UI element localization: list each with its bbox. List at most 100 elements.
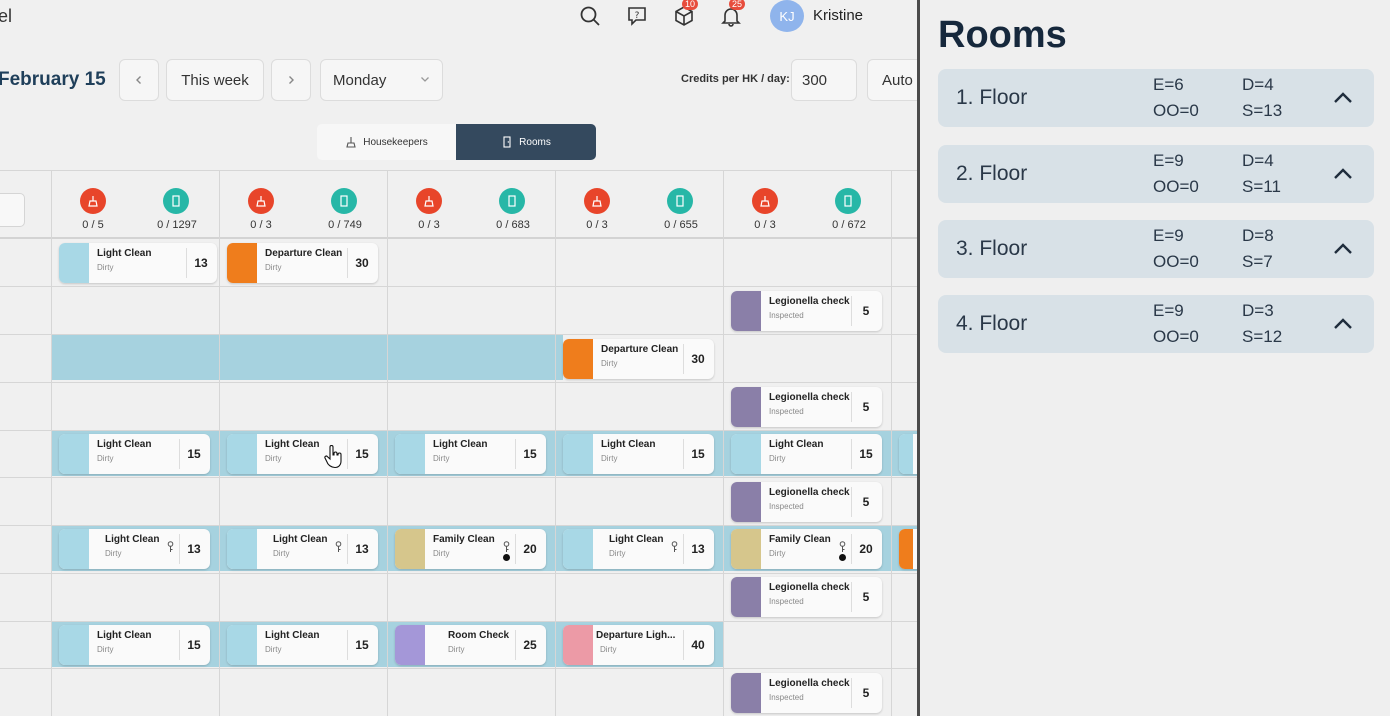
credits-input[interactable]: 300 bbox=[791, 59, 857, 101]
card-divider bbox=[347, 630, 348, 660]
day-5-teal-count: 0 / 672 bbox=[832, 219, 866, 231]
card-divider bbox=[851, 487, 852, 517]
task-card[interactable]: Light Clean Dirty 15 bbox=[59, 434, 210, 474]
tab-rooms-label: Rooms bbox=[519, 136, 551, 148]
this-week-button[interactable]: This week bbox=[166, 59, 264, 101]
card-divider bbox=[347, 534, 348, 564]
floor-stat-s: S=11 bbox=[1242, 177, 1281, 196]
app-title: el bbox=[0, 6, 13, 26]
task-card[interactable]: Light Clean Dirty 15 bbox=[59, 625, 210, 665]
task-credits: 15 bbox=[187, 638, 201, 652]
task-card[interactable]: Light Clean Dirty 15 bbox=[227, 625, 378, 665]
task-card[interactable]: Light Clean Dirty 13 bbox=[59, 243, 217, 283]
task-card[interactable]: Departure Clean Dirty 30 bbox=[563, 339, 714, 379]
task-card[interactable]: Light Clean Dirty 13 bbox=[563, 529, 714, 569]
floor-row-3[interactable]: 3. Floor E=9 D=8 OO=0 S=7 bbox=[938, 220, 1374, 278]
task-status: Dirty bbox=[609, 549, 626, 558]
help-icon[interactable]: ? bbox=[625, 4, 649, 28]
card-divider bbox=[851, 534, 852, 564]
task-title: Light Clean bbox=[97, 248, 152, 259]
chevron-up-icon[interactable] bbox=[1332, 240, 1354, 258]
day-4-teal-count: 0 / 655 bbox=[664, 219, 698, 231]
task-title: Legionella check bbox=[769, 678, 850, 689]
task-card[interactable]: Legionella check Inspected 5 bbox=[731, 291, 882, 331]
top-bar: el ? 10 25 KJ Kristine bbox=[0, 0, 917, 36]
floor-stat-oo: OO=0 bbox=[1153, 327, 1199, 346]
task-card[interactable]: Light Clean Dirty 13 bbox=[227, 529, 378, 569]
task-credits: 30 bbox=[691, 352, 705, 366]
search-icon[interactable] bbox=[578, 4, 602, 28]
task-title: Light Clean bbox=[105, 534, 160, 545]
task-card[interactable]: Room Check Dirty 25 bbox=[395, 625, 546, 665]
rooms-panel: Rooms 1. Floor E=6 D=4 OO=0 S=13 2. Floo… bbox=[920, 0, 1390, 716]
task-card[interactable]: Departure Clean Dirty 30 bbox=[227, 243, 378, 283]
auto-button[interactable]: Auto bbox=[867, 59, 917, 101]
package-icon[interactable]: 10 bbox=[672, 0, 699, 28]
task-card-overflow[interactable] bbox=[899, 529, 917, 569]
chevron-up-icon[interactable] bbox=[1332, 165, 1354, 183]
task-credits: 13 bbox=[187, 542, 201, 556]
floor-row-1[interactable]: 1. Floor E=6 D=4 OO=0 S=13 bbox=[938, 69, 1374, 127]
card-divider bbox=[683, 534, 684, 564]
task-title: Legionella check bbox=[769, 487, 850, 498]
card-divider bbox=[515, 439, 516, 469]
task-color-swatch bbox=[395, 625, 425, 665]
task-card[interactable]: Light Clean Dirty 15 bbox=[563, 434, 714, 474]
task-card[interactable]: Legionella check Inspected 5 bbox=[731, 673, 882, 713]
task-credits: 5 bbox=[862, 495, 870, 509]
task-status: Dirty bbox=[448, 645, 465, 654]
chevron-down-icon bbox=[421, 77, 429, 82]
room-filter-input[interactable] bbox=[0, 193, 25, 227]
task-color-swatch bbox=[59, 625, 89, 665]
tab-rooms[interactable]: Rooms bbox=[456, 124, 596, 160]
task-card[interactable]: Legionella check Inspected 5 bbox=[731, 577, 882, 617]
task-color-swatch bbox=[731, 482, 761, 522]
task-color-swatch bbox=[563, 625, 593, 665]
task-title: Family Clean bbox=[769, 534, 831, 545]
task-card[interactable]: Legionella check Inspected 5 bbox=[731, 387, 882, 427]
day-1-teal-count: 0 / 1297 bbox=[157, 219, 197, 231]
task-card[interactable]: Family Clean Dirty 20 bbox=[731, 529, 882, 569]
task-status: Dirty bbox=[600, 645, 617, 654]
floor-row-4[interactable]: 4. Floor E=9 D=3 OO=0 S=12 bbox=[938, 295, 1374, 353]
task-card[interactable]: Family Clean Dirty 20 bbox=[395, 529, 546, 569]
prev-week-button[interactable] bbox=[119, 59, 159, 101]
task-credits: 5 bbox=[862, 686, 870, 700]
chevron-up-icon[interactable] bbox=[1332, 89, 1354, 107]
next-week-button[interactable] bbox=[271, 59, 311, 101]
task-color-swatch bbox=[227, 243, 257, 283]
task-card[interactable]: Light Clean Dirty 13 bbox=[59, 529, 210, 569]
floor-row-2[interactable]: 2. Floor E=9 D=4 OO=0 S=11 bbox=[938, 145, 1374, 203]
task-title: Departure Clean bbox=[601, 344, 679, 355]
task-card[interactable]: Light Clean Dirty 15 bbox=[227, 434, 378, 474]
task-card[interactable]: Legionella check Inspected 5 bbox=[731, 482, 882, 522]
task-credits: 25 bbox=[523, 638, 537, 652]
day-select[interactable]: Monday bbox=[320, 59, 443, 101]
bell-icon[interactable]: 25 bbox=[719, 0, 746, 28]
task-credits: 15 bbox=[355, 638, 369, 652]
task-card[interactable]: Light Clean Dirty 15 bbox=[395, 434, 546, 474]
key-icon bbox=[671, 541, 678, 556]
grid-line bbox=[0, 525, 917, 526]
card-divider bbox=[179, 534, 180, 564]
dirty-room-icon bbox=[248, 188, 274, 214]
floor-stat-e: E=6 bbox=[1153, 75, 1184, 94]
task-status: Dirty bbox=[601, 359, 618, 368]
grid-header-top-border bbox=[0, 170, 917, 171]
card-divider bbox=[851, 678, 852, 708]
floor-stat-e: E=9 bbox=[1153, 226, 1184, 245]
task-credits: 5 bbox=[862, 590, 870, 604]
notification-badge: 25 bbox=[729, 0, 746, 10]
task-card[interactable]: Light Clean Dirty 15 bbox=[731, 434, 882, 474]
task-credits: 13 bbox=[194, 256, 208, 270]
avatar[interactable]: KJ bbox=[770, 0, 804, 32]
tab-housekeepers[interactable]: Housekeepers bbox=[317, 124, 456, 160]
task-card-overflow[interactable] bbox=[899, 434, 917, 474]
task-color-swatch bbox=[731, 387, 761, 427]
chevron-up-icon[interactable] bbox=[1332, 315, 1354, 333]
svg-text:?: ? bbox=[635, 11, 640, 21]
user-name[interactable]: Kristine bbox=[813, 7, 863, 24]
card-divider bbox=[186, 248, 187, 278]
task-card[interactable]: Departure Ligh... Dirty 40 bbox=[563, 625, 714, 665]
floor-name: 3. Floor bbox=[956, 237, 1028, 260]
